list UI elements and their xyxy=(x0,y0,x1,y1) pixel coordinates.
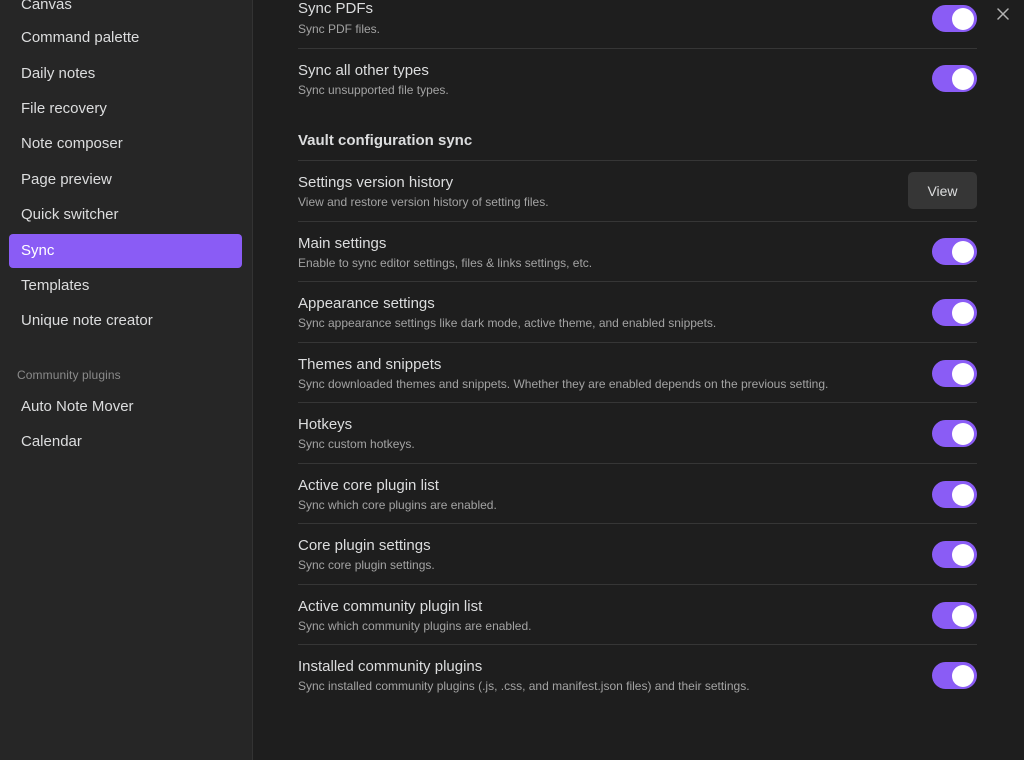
sidebar-item-canvas[interactable]: Canvas xyxy=(9,0,242,22)
sidebar-item-auto-note-mover[interactable]: Auto Note Mover xyxy=(9,390,242,424)
setting-name: Main settings xyxy=(298,235,387,252)
sidebar-item-file-recovery[interactable]: File recovery xyxy=(9,92,242,126)
toggle-knob xyxy=(952,67,974,90)
sidebar-item-command-palette[interactable]: Command palette xyxy=(9,21,242,55)
setting-active-core-plugins: Active core plugin list Sync which core … xyxy=(298,463,977,523)
toggle-knob xyxy=(952,483,974,506)
setting-hotkeys: Hotkeys Sync custom hotkeys. xyxy=(298,402,977,463)
installed-community-plugins-toggle[interactable] xyxy=(932,662,977,689)
toggle-knob xyxy=(952,422,974,445)
sidebar-item-note-composer[interactable]: Note composer xyxy=(9,127,242,161)
sidebar-item-page-preview[interactable]: Page preview xyxy=(9,163,242,197)
toggle-knob xyxy=(952,604,974,627)
core-plugin-settings-toggle[interactable] xyxy=(932,541,977,568)
setting-description: Sync which core plugins are enabled. xyxy=(298,498,497,512)
toggle-knob xyxy=(952,362,974,385)
setting-name: Active core plugin list xyxy=(298,477,439,494)
setting-name: Sync PDFs xyxy=(298,0,374,17)
setting-version-history: Settings version history View and restor… xyxy=(298,160,977,221)
view-history-button[interactable]: View xyxy=(908,172,977,209)
settings-content: Sync PDFs Sync PDF files. Sync all other… xyxy=(253,0,1024,760)
setting-description: Sync custom hotkeys. xyxy=(298,437,415,451)
sync-pdfs-toggle[interactable] xyxy=(932,5,977,32)
sidebar-item-quick-switcher[interactable]: Quick switcher xyxy=(9,198,242,232)
setting-description: Sync which community plugins are enabled… xyxy=(298,619,532,633)
setting-description: Enable to sync editor settings, files & … xyxy=(298,256,593,270)
setting-description: Sync PDF files. xyxy=(298,22,381,36)
themes-snippets-toggle[interactable] xyxy=(932,360,977,387)
setting-core-plugin-settings: Core plugin settings Sync core plugin se… xyxy=(298,523,977,584)
toggle-knob xyxy=(952,7,974,30)
sidebar-item-unique-note-creator[interactable]: Unique note creator xyxy=(9,304,242,338)
setting-active-community-plugins: Active community plugin list Sync which … xyxy=(298,584,977,644)
setting-description: Sync unsupported file types. xyxy=(298,83,449,97)
setting-description: Sync core plugin settings. xyxy=(298,558,435,572)
toggle-knob xyxy=(952,664,974,687)
setting-name: Settings version history xyxy=(298,174,454,191)
vault-configuration-heading: Vault configuration sync xyxy=(298,132,473,149)
close-icon xyxy=(997,8,1009,20)
toggle-knob xyxy=(952,543,974,566)
setting-name: Hotkeys xyxy=(298,416,353,433)
setting-sync-all-other-types: Sync all other types Sync unsupported fi… xyxy=(298,48,977,109)
setting-description: Sync installed community plugins (.js, .… xyxy=(298,679,750,693)
sidebar-item-daily-notes[interactable]: Daily notes xyxy=(9,57,242,91)
sidebar-item-calendar[interactable]: Calendar xyxy=(9,425,242,459)
appearance-toggle[interactable] xyxy=(932,299,977,326)
setting-description: Sync downloaded themes and snippets. Whe… xyxy=(298,377,829,391)
setting-name: Themes and snippets xyxy=(298,356,442,373)
active-community-plugins-toggle[interactable] xyxy=(932,602,977,629)
sync-other-types-toggle[interactable] xyxy=(932,65,977,92)
setting-themes-snippets: Themes and snippets Sync downloaded them… xyxy=(298,342,977,402)
setting-name: Sync all other types xyxy=(298,62,429,79)
setting-name: Core plugin settings xyxy=(298,537,431,554)
setting-description: Sync appearance settings like dark mode,… xyxy=(298,316,717,330)
hotkeys-toggle[interactable] xyxy=(932,420,977,447)
setting-installed-community-plugins: Installed community plugins Sync install… xyxy=(298,644,977,705)
close-button[interactable] xyxy=(994,5,1012,23)
active-core-plugins-toggle[interactable] xyxy=(932,481,977,508)
setting-name: Active community plugin list xyxy=(298,598,483,615)
settings-sidebar: Canvas Command palette Daily notes File … xyxy=(0,0,253,760)
sidebar-item-sync[interactable]: Sync xyxy=(9,234,242,268)
main-settings-toggle[interactable] xyxy=(932,238,977,265)
setting-main-settings: Main settings Enable to sync editor sett… xyxy=(298,221,977,281)
sidebar-item-templates[interactable]: Templates xyxy=(9,269,242,303)
setting-appearance: Appearance settings Sync appearance sett… xyxy=(298,281,977,342)
toggle-knob xyxy=(952,301,974,324)
community-plugins-heading: Community plugins xyxy=(17,368,121,382)
setting-name: Installed community plugins xyxy=(298,658,483,675)
setting-sync-pdfs: Sync PDFs Sync PDF files. xyxy=(298,0,977,48)
setting-description: View and restore version history of sett… xyxy=(298,195,549,209)
toggle-knob xyxy=(952,240,974,263)
setting-name: Appearance settings xyxy=(298,295,435,312)
settings-window: Canvas Command palette Daily notes File … xyxy=(0,0,1024,760)
